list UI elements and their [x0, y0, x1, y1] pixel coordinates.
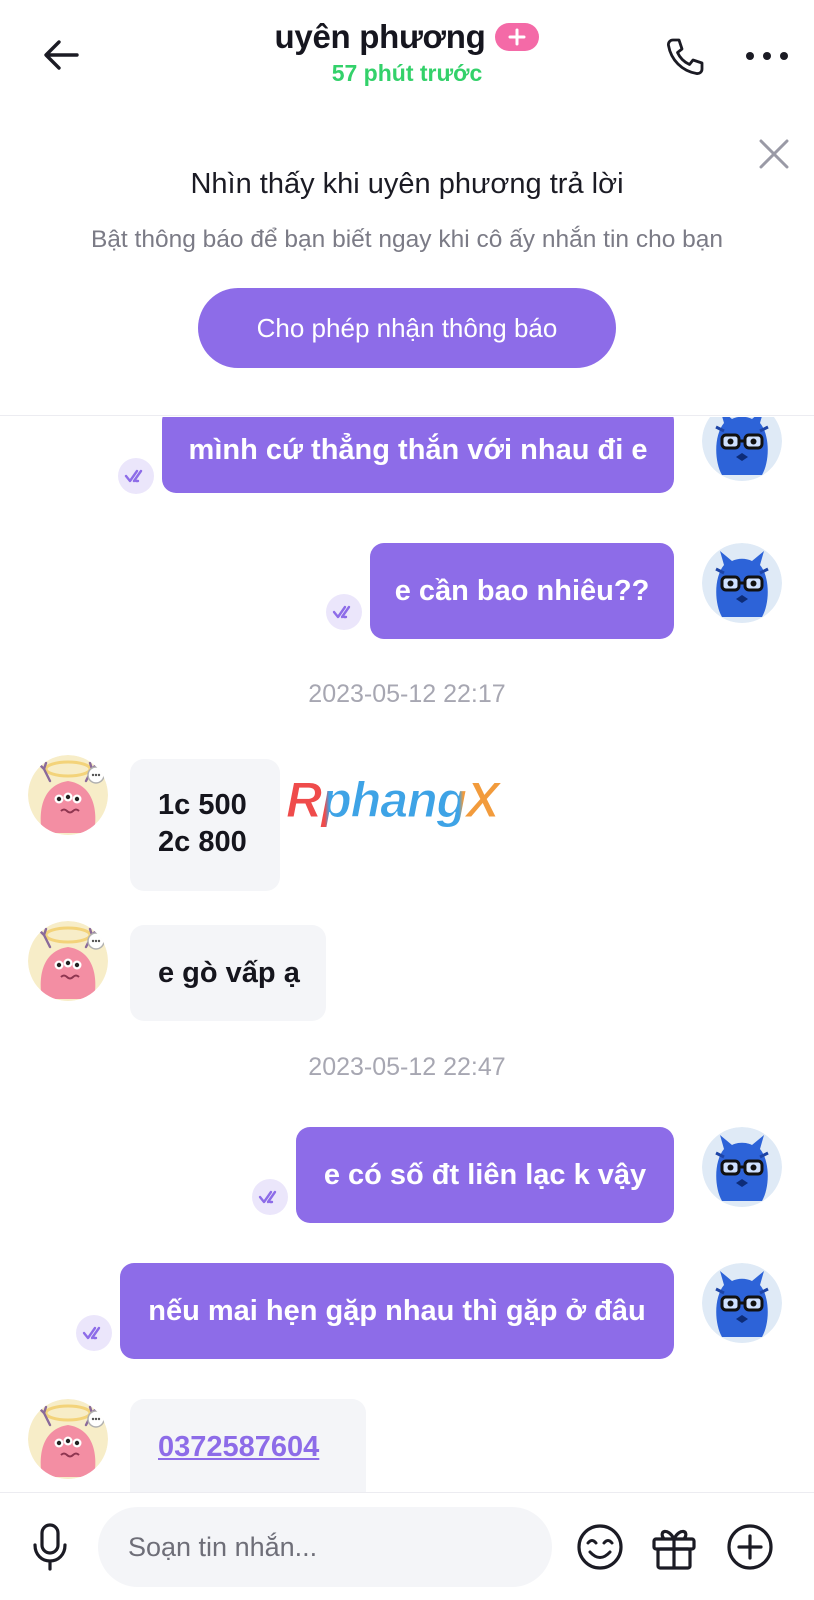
message-bubble: 0372587604	[130, 1399, 366, 1492]
allow-notifications-button[interactable]: Cho phép nhận thông báo	[198, 288, 616, 368]
contact-name[interactable]: uyên phương	[275, 18, 486, 56]
message-bubble: mình cứ thẳng thắn với nhau đi e	[162, 417, 674, 493]
message-bubble: e gò vấp ạ	[130, 925, 326, 1021]
message-timestamp: 2023-05-12 22:17	[308, 680, 506, 708]
watermark-logo: RphangX	[286, 772, 526, 843]
contact-avatar[interactable]	[28, 1399, 108, 1479]
message-line: 2c 800	[158, 826, 247, 858]
emoji-button[interactable]	[574, 1521, 626, 1573]
incoming-message[interactable]: 0372587604	[130, 1399, 366, 1492]
double-check-icon	[118, 458, 154, 494]
incoming-message[interactable]: 1c 500 2c 800	[130, 759, 280, 891]
contact-avatar[interactable]	[28, 921, 108, 1001]
contact-avatar[interactable]	[28, 755, 108, 835]
double-check-icon	[76, 1315, 112, 1351]
more-options-button[interactable]	[742, 34, 792, 78]
message-input[interactable]	[98, 1507, 552, 1587]
message-bubble: 1c 500 2c 800	[130, 759, 280, 891]
outgoing-message[interactable]: nếu mai hẹn gặp nhau thì gặp ở đâu	[120, 1263, 674, 1359]
incoming-message[interactable]: e gò vấp ạ	[130, 925, 326, 1021]
double-check-icon	[252, 1179, 288, 1215]
outgoing-message[interactable]: mình cứ thẳng thắn với nhau đi e	[162, 417, 674, 493]
plus-icon	[508, 28, 526, 46]
message-timestamp: 2023-05-12 22:47	[308, 1053, 506, 1081]
message-bubble: e cần bao nhiêu??	[370, 543, 674, 639]
message-line: 1c 500	[158, 789, 247, 821]
svg-text:RphangX: RphangX	[286, 773, 502, 828]
chat-header: uyên phương 57 phút trước	[0, 0, 814, 118]
emoji-icon	[577, 1524, 623, 1570]
voice-message-button[interactable]	[24, 1519, 76, 1575]
my-avatar[interactable]	[702, 543, 782, 623]
message-composer-bar	[0, 1492, 814, 1600]
gift-icon	[652, 1529, 696, 1570]
notification-banner: Nhìn thấy khi uyên phương trả lời Bật th…	[0, 118, 814, 416]
phone-number-link[interactable]: 0372587604	[158, 1431, 319, 1463]
plus-badge	[495, 23, 540, 51]
banner-subtitle: Bật thông báo để bạn biết ngay khi cô ấy…	[90, 226, 724, 253]
message-bubble: e có số đt liên lạc k vậy	[296, 1127, 674, 1223]
my-avatar[interactable]	[702, 1127, 782, 1207]
call-button[interactable]	[660, 32, 710, 82]
add-attachment-button[interactable]	[724, 1521, 776, 1573]
banner-title: Nhìn thấy khi uyên phương trả lời	[190, 168, 624, 200]
message-bubble: nếu mai hẹn gặp nhau thì gặp ở đâu	[120, 1263, 674, 1359]
close-icon	[759, 139, 789, 169]
outgoing-message[interactable]: e có số đt liên lạc k vậy	[296, 1127, 674, 1223]
double-check-icon	[326, 594, 362, 630]
phone-icon	[667, 38, 704, 75]
outgoing-message[interactable]: e cần bao nhiêu??	[370, 543, 674, 639]
plus-circle-icon	[727, 1524, 773, 1570]
gift-button[interactable]	[648, 1521, 700, 1573]
microphone-icon	[33, 1523, 67, 1571]
more-horizontal-icon	[746, 52, 788, 60]
watermark-graphic: RphangX	[286, 772, 504, 829]
my-avatar[interactable]	[702, 417, 782, 481]
my-avatar[interactable]	[702, 1263, 782, 1343]
message-list[interactable]: mình cứ thẳng thắn với nhau đi e e cần b…	[0, 417, 814, 1492]
